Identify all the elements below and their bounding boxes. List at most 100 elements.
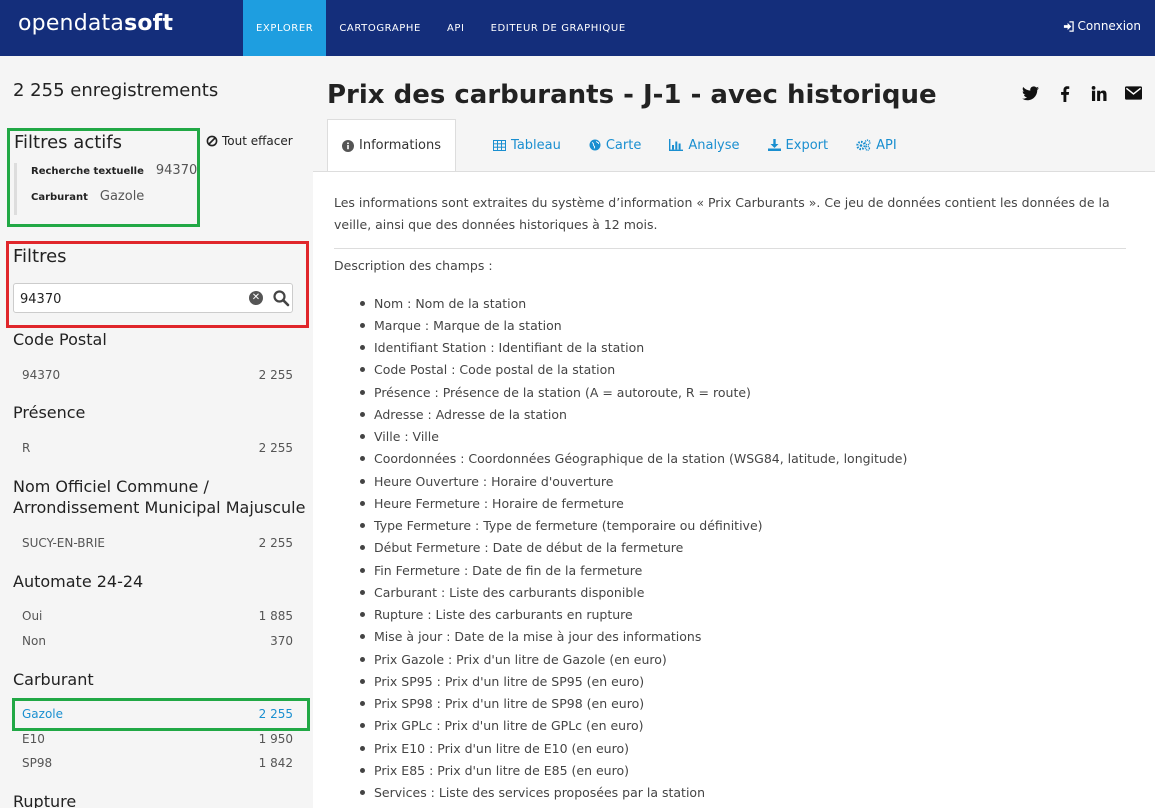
field-list-item: Heure Fermeture : Horaire de fermeture [360, 492, 907, 514]
facet-item-count: 2 255 [258, 368, 293, 382]
facet-code-postal-title[interactable]: Code Postal [13, 329, 107, 350]
clear-all-button[interactable]: Tout effacer [206, 134, 293, 148]
active-filter-label: Recherche textuelle [31, 166, 144, 177]
facet-automate-title[interactable]: Automate 24-24 [13, 571, 143, 592]
field-description: Prix SP95 : Prix d'un litre de SP95 (en … [374, 673, 645, 689]
fields-description-label: Description des champs : [334, 258, 493, 273]
field-list-item: Nom : Nom de la station [360, 292, 907, 314]
field-list-item: Début Fermeture : Date de début de la fe… [360, 537, 907, 559]
facet-item-label: SUCY-EN-BRIE [22, 536, 105, 550]
search-icon[interactable] [272, 289, 290, 307]
linkedin-icon[interactable] [1091, 86, 1107, 101]
bullet-icon [360, 523, 365, 529]
field-list-item: Présence : Présence de la station (A = a… [360, 381, 907, 403]
field-description: Rupture : Liste des carburants en ruptur… [374, 607, 633, 623]
facet-rupture-title[interactable]: Rupture [13, 791, 76, 808]
active-filter-label: Carburant [31, 192, 88, 203]
active-filter-text-search[interactable]: Recherche textuelle 94370 [31, 163, 197, 189]
field-list-item: Services : Liste des services proposées … [360, 782, 907, 804]
bullet-icon [360, 723, 365, 729]
main-nav: EXPLORER CARTOGRAPHE API EDITEUR DE GRAP… [243, 0, 639, 56]
facet-commune-title[interactable]: Nom Officiel Commune / Arrondissement Mun… [13, 476, 305, 518]
nav-cartographe[interactable]: CARTOGRAPHE [326, 0, 434, 56]
facet-item[interactable]: 94370 2 255 [22, 368, 293, 382]
facet-item-label: SP98 [22, 756, 53, 770]
bullet-icon [360, 367, 365, 373]
facet-item-count: 2 255 [258, 707, 293, 721]
facet-item-count: 370 [270, 634, 293, 648]
tab-carte[interactable]: Carte [575, 119, 655, 171]
facet-item[interactable]: SUCY-EN-BRIE 2 255 [22, 536, 293, 550]
field-description: Prix GPLc : Prix d'un litre de GPLc (en … [374, 718, 644, 734]
bullet-icon [360, 790, 365, 796]
nav-editeur-graphique[interactable]: EDITEUR DE GRAPHIQUE [478, 0, 639, 56]
table-icon [493, 139, 507, 151]
facet-item[interactable]: E10 1 950 [22, 732, 293, 746]
facet-presence-title[interactable]: Présence [13, 402, 85, 423]
field-list-item: Mise à jour : Date de la mise à jour des… [360, 626, 907, 648]
field-description: Heure Fermeture : Horaire de fermeture [374, 495, 624, 511]
dataset-title: Prix des carburants - J-1 - avec histori… [327, 80, 937, 110]
nav-explorer[interactable]: EXPLORER [243, 0, 327, 56]
field-list-item: Prix E85 : Prix d'un litre de E85 (en eu… [360, 759, 907, 781]
gears-icon [856, 139, 871, 151]
field-list-item: Identifiant Station : Identifiant de la … [360, 337, 907, 359]
field-description: Marque : Marque de la station [374, 317, 562, 333]
tab-label: API [876, 137, 897, 153]
facet-item[interactable]: Oui 1 885 [22, 609, 293, 623]
bullet-icon [360, 767, 365, 773]
field-description: Fin Fermeture : Date de fin de la fermet… [374, 562, 643, 578]
field-description: Prix E10 : Prix d'un litre de E10 (en eu… [374, 740, 629, 756]
bullet-icon [360, 300, 365, 306]
tab-label: Export [785, 137, 829, 153]
tab-informations[interactable]: Informations [327, 119, 457, 171]
field-list-item: Heure Ouverture : Horaire d'ouverture [360, 470, 907, 492]
field-list-item: Adresse : Adresse de la station [360, 403, 907, 425]
facet-item-count: 2 255 [258, 441, 293, 455]
field-list-item: Type Fermeture : Type de fermeture (temp… [360, 515, 907, 537]
facet-carburant-title[interactable]: Carburant [13, 669, 94, 690]
tab-tableau[interactable]: Tableau [479, 119, 575, 171]
facet-item-selected[interactable]: Gazole 2 255 [22, 707, 293, 721]
tab-label: Carte [605, 137, 642, 153]
facet-title-line: Nom Officiel Commune / [13, 477, 209, 496]
tab-api[interactable]: API [842, 119, 911, 171]
twitter-icon[interactable] [1022, 86, 1039, 101]
active-filter-carburant[interactable]: Carburant Gazole [31, 189, 197, 215]
facet-item[interactable]: SP98 1 842 [22, 756, 293, 770]
field-description: Nom : Nom de la station [374, 295, 527, 311]
facebook-icon[interactable] [1060, 86, 1070, 102]
bullet-icon [360, 656, 365, 662]
tab-label: Analyse [688, 137, 740, 153]
clear-all-label: Tout effacer [222, 134, 293, 148]
fields-list: Nom : Nom de la station Marque : Marque d… [360, 292, 907, 804]
filter-search-input[interactable] [20, 290, 240, 308]
bullet-icon [360, 411, 365, 417]
field-list-item: Prix SP98 : Prix d'un litre de SP98 (en … [360, 693, 907, 715]
field-description: Prix SP98 : Prix d'un litre de SP98 (en … [374, 696, 645, 712]
facet-item-count: 1 950 [258, 732, 293, 746]
logo[interactable]: opendatasoft [18, 11, 173, 36]
field-description: Prix Gazole : Prix d'un litre de Gazole … [374, 651, 667, 667]
facet-item[interactable]: Non 370 [22, 634, 293, 648]
logo-text-bold: soft [124, 11, 174, 36]
facet-item[interactable]: R 2 255 [22, 441, 293, 455]
tab-export[interactable]: Export [754, 119, 843, 171]
info-icon [342, 139, 354, 152]
clear-search-icon[interactable]: ✕ [249, 291, 263, 305]
field-list-item: Marque : Marque de la station [360, 314, 907, 336]
tab-spacer [456, 119, 479, 171]
field-description: Présence : Présence de la station (A = a… [374, 384, 751, 400]
bullet-icon [360, 745, 365, 751]
field-description: Prix E85 : Prix d'un litre de E85 (en eu… [374, 762, 629, 778]
bullet-icon [360, 500, 365, 506]
tab-analyse[interactable]: Analyse [655, 119, 753, 171]
login-link[interactable]: Connexion [1063, 19, 1141, 33]
active-filters-title: Filtres actifs [14, 132, 122, 153]
bullet-icon [360, 322, 365, 328]
nav-api[interactable]: API [434, 0, 478, 56]
tab-label: Tableau [511, 137, 561, 153]
field-description: Type Fermeture : Type de fermeture (temp… [374, 518, 763, 534]
field-list-item: Prix E10 : Prix d'un litre de E10 (en eu… [360, 737, 907, 759]
mail-icon[interactable] [1125, 86, 1142, 100]
